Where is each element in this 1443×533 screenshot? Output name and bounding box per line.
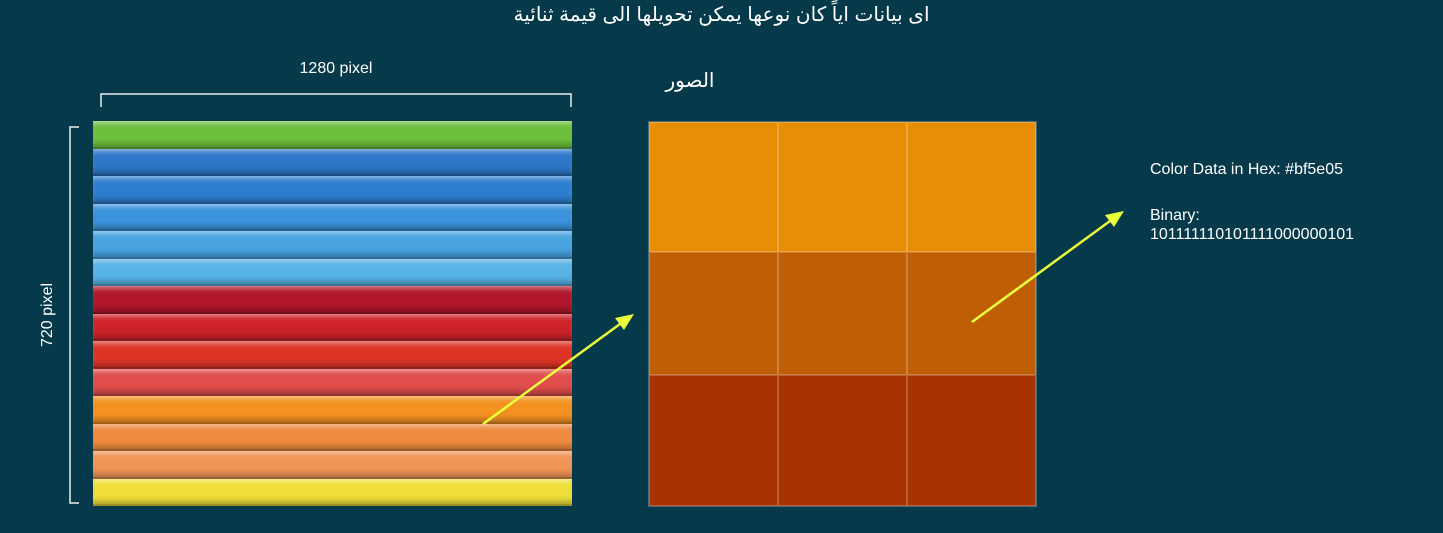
pencil-blue-5: [93, 258, 572, 286]
pencil-orange-2: [93, 423, 572, 451]
binary-label: Binary:: [1150, 207, 1200, 224]
pencil-red-1: [93, 313, 572, 341]
pencil-yellow: [93, 478, 572, 506]
pencil-orange-3: [93, 451, 572, 479]
arrowhead-to-color-data: [1105, 211, 1124, 227]
image-caption: الصور: [665, 70, 715, 92]
pencil-blue-1: [93, 148, 572, 176]
colored-pencils-image: [93, 121, 572, 506]
hex-color-text: Color Data in Hex: #bf5e05: [1150, 161, 1343, 178]
pixel-cell: [778, 252, 907, 375]
pixel-cell: [907, 252, 1036, 375]
pixel-cell: [649, 252, 778, 375]
pixel-cell: [778, 122, 907, 252]
pixel-cell: [778, 375, 907, 506]
pencil-orange-1: [93, 396, 572, 424]
pixel-cell: [907, 375, 1036, 506]
pencil-red-3: [93, 368, 572, 396]
height-bracket: [69, 126, 79, 504]
zoomed-pixel-grid: [648, 121, 1037, 507]
slide-title: اى بيانات اياً كان نوعها يمكن تحويلها ال…: [513, 4, 930, 26]
pencil-red-2: [93, 341, 572, 369]
pixel-cell: [649, 122, 778, 252]
pencil-dark-red: [93, 286, 572, 314]
pencil-blue-4: [93, 231, 572, 259]
binary-value: 101111110101111000000101: [1150, 226, 1355, 243]
pencil-green: [93, 121, 572, 149]
pencil-blue-2: [93, 176, 572, 204]
width-bracket: [100, 93, 572, 107]
pencil-blue-3: [93, 203, 572, 231]
image-height-label: 720 pixel: [39, 282, 56, 348]
arrowhead-to-pixel-grid: [615, 314, 634, 330]
pixel-cell: [907, 122, 1036, 252]
pixel-cell: [649, 375, 778, 506]
color-info-panel: Color Data in Hex: #bf5e05 Binary: 10111…: [1150, 160, 1354, 244]
image-width-label: 1280 pixel: [299, 60, 373, 77]
